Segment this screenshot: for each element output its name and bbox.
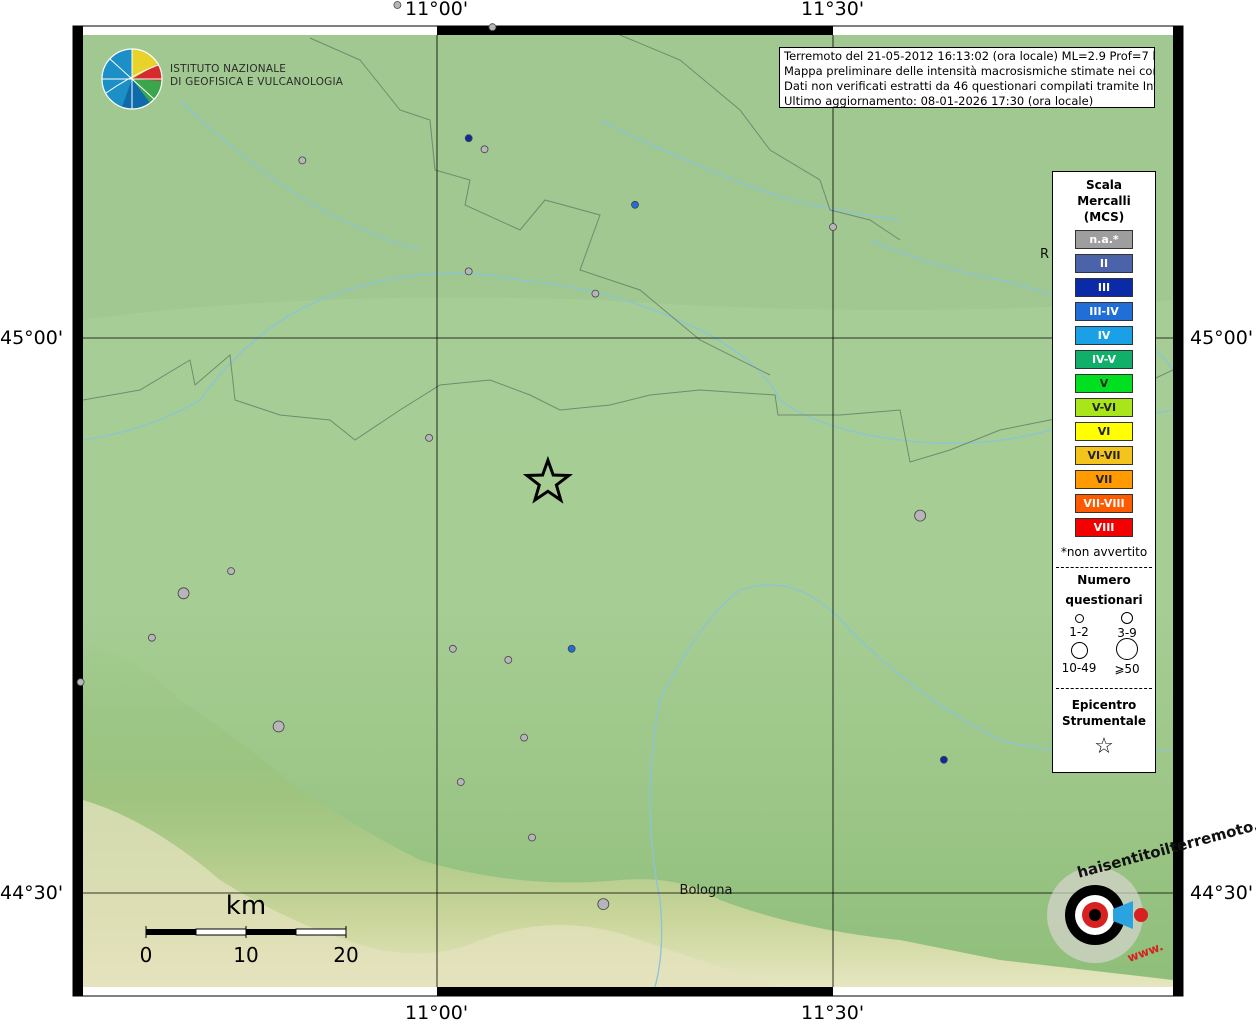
legend-size-label: 1-2 [1069,625,1089,639]
scale-label-10: 10 [233,943,258,967]
legend-count-title-line-2: questionari [1065,593,1143,607]
observation-point [177,587,190,600]
observation-point [76,678,85,686]
legend-item: III [1075,278,1133,297]
size-circle-icon [1116,638,1138,660]
legend-title: Scala Mercalli (MCS) [1053,177,1155,225]
observation-point [425,433,433,442]
legend-item: III-IV [1075,302,1133,321]
observation-point [272,720,285,733]
lon-tick-top-1100: 11°00' [405,0,469,20]
lon-tick-bottom-1100: 11°00' [405,1002,469,1024]
institute-name: ISTITUTO NAZIONALE DI GEOFISICA E VULCAN… [170,63,343,89]
observation-point [504,656,513,664]
legend-count-title-line-1: Numero [1077,573,1131,587]
scale-label-20: 20 [333,943,358,967]
event-info-line-2: Mappa preliminare delle intensità macros… [784,64,1155,78]
scale-label-0: 0 [140,943,153,967]
place-label-cut: R [1040,247,1049,262]
observation-point [448,644,457,653]
size-circle-icon [1074,614,1084,623]
size-circle-icon [1121,612,1133,624]
observation-point [456,778,465,786]
legend-title-line-3: (MCS) [1083,210,1125,224]
legend-title-line-1: Scala [1085,178,1123,192]
event-info-line-3: Dati non verificati estratti da 46 quest… [784,79,1155,93]
observation-point [227,567,235,575]
observation-point [939,755,948,764]
legend-count-title: Numero questionari [1053,570,1155,610]
observation-point [591,289,600,298]
legend-item: VII-VIII [1075,494,1133,513]
legend-size-label: ⩾50 [1114,662,1140,676]
legend-item: VII [1075,470,1133,489]
observation-point [488,23,497,32]
observation-point [464,267,473,276]
observation-point [631,200,639,209]
legend-epicenter-title: Epicentro Strumentale [1053,697,1155,729]
observation-point [147,633,156,642]
legend-item: VI [1075,422,1133,441]
legend-star-icon: ☆ [1094,734,1114,759]
observation-point [829,223,837,231]
legend-title-line-2: Mercalli [1077,194,1131,208]
legend-note: *non avvertito [1060,545,1148,559]
legend-epicenter-title-line-2: Strumentale [1061,714,1147,728]
legend-count-sizes: 1-2 3-9 10-49 ⩾50 [1053,610,1155,680]
event-info-box: Terremoto del 21-05-2012 16:13:02 (ora l… [779,47,1155,108]
legend-item: VIII [1075,518,1133,537]
legend-size-label: 10-49 [1061,661,1097,675]
observation-point [914,509,927,522]
legend-item: VI-VII [1075,446,1133,465]
event-info-line-4: Ultimo aggiornamento: 08-01-2026 17:30 (… [784,94,1094,108]
legend-item: n.a.* [1075,230,1133,249]
observation-point [597,898,610,910]
lat-tick-right-4500: 45°00' [1190,327,1254,349]
legend-size-1-2: 1-2 [1059,614,1099,639]
legend: Scala Mercalli (MCS) n.a.* II III III-IV IV I… [1052,171,1156,773]
lon-tick-bottom-1130: 11°30' [801,1002,865,1024]
legend-size-50: ⩾50 [1107,638,1147,676]
legend-item: V-VI [1075,398,1133,417]
size-circle-icon [1070,642,1088,659]
place-label-bologna: Bologna [680,883,733,898]
observation-point [528,833,536,842]
observation-point [298,156,307,165]
lat-tick-right-4430: 44°30' [1190,882,1254,904]
event-info-line-1: Terremoto del 21-05-2012 16:13:02 (ora l… [784,49,1155,63]
institute-line-1: ISTITUTO NAZIONALE [170,63,287,75]
institute-line-2: DI GEOFISICA E VULCANOLOGIA [170,76,344,88]
legend-item: IV [1075,326,1133,345]
legend-intensity-list: n.a.* II III III-IV IV IV-V V V-VI VI VI-VII VII VI… [1053,230,1155,537]
ingv-logo-icon [101,48,163,110]
legend-item: V [1075,374,1133,393]
legend-item: IV-V [1075,350,1133,369]
legend-divider [1056,567,1152,568]
scale-unit: km [226,891,266,921]
lat-tick-left-4430: 44°30' [0,882,64,904]
legend-epicenter-title-line-1: Epicentro [1071,698,1137,712]
legend-size-10-49: 10-49 [1059,642,1099,675]
observation-point [464,134,473,143]
lat-tick-left-4500: 45°00' [0,327,64,349]
legend-divider [1056,688,1152,689]
lon-tick-top-1130: 11°30' [801,0,865,20]
observation-point [480,145,489,154]
observation-point [567,644,576,653]
legend-size-3-9: 3-9 [1107,612,1147,640]
observation-point [520,733,529,742]
observation-point [393,1,402,9]
legend-item: II [1075,254,1133,273]
